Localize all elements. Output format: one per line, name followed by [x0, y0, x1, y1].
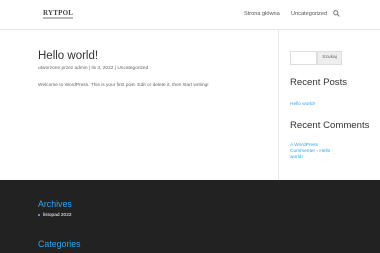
- post-title[interactable]: Hello world!: [38, 50, 98, 62]
- post-excerpt: Welcome to WordPress. This is your first…: [38, 83, 209, 88]
- logo-text: RYTPOL: [43, 9, 74, 17]
- recent-comment: A WordPress Commenter - Hello world!: [290, 143, 342, 161]
- meta-date: lis 3, 2022: [91, 66, 115, 71]
- comment-author-link[interactable]: A WordPress Commenter: [290, 143, 318, 154]
- meta-author-link[interactable]: admin: [75, 66, 89, 71]
- meta-prefix: utworzone przez: [38, 66, 75, 71]
- bullet-icon: [38, 213, 40, 216]
- sidebar-search-input[interactable]: [290, 51, 317, 65]
- categories-title: Categories: [38, 239, 81, 249]
- search-icon[interactable]: [333, 10, 340, 17]
- sidebar-search-button[interactable]: Szukaj: [317, 51, 342, 65]
- recent-comments-title: Recent Comments: [290, 120, 370, 131]
- meta-category-link[interactable]: Uncategorized: [117, 66, 148, 71]
- logo-underline: [43, 17, 73, 19]
- sidebar-divider: [278, 29, 279, 180]
- site-logo[interactable]: RYTPOL: [43, 9, 73, 22]
- recent-posts-title: Recent Posts: [290, 77, 348, 88]
- nav-item-uncategorized[interactable]: Uncategorized: [291, 11, 327, 17]
- nav-item-home[interactable]: Strona główna: [244, 11, 280, 17]
- post-meta: utworzone przez admin | lis 3, 2022 | Un…: [38, 66, 148, 71]
- recent-post-link[interactable]: Hello world!: [290, 102, 315, 107]
- archives-title: Archives: [38, 199, 72, 209]
- archive-label[interactable]: listopad 2022: [43, 213, 72, 218]
- archive-item[interactable]: listopad 2022: [38, 213, 72, 218]
- site-header: RYTPOL Strona główna Uncategorized: [0, 0, 380, 29]
